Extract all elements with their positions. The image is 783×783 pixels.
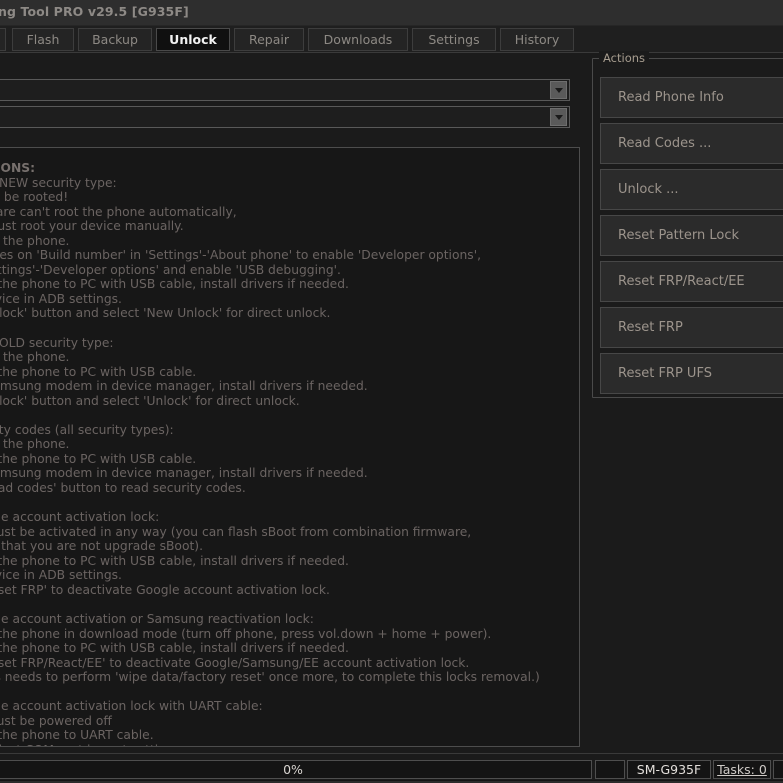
chevron-down-icon[interactable] (550, 108, 567, 126)
unlock-left-panel: INSTRUCTIONS: Phone with NEW security ty… (0, 57, 580, 747)
instructions-log-panel[interactable]: INSTRUCTIONS: Phone with NEW security ty… (0, 147, 580, 747)
tab-flash[interactable]: Flash (12, 28, 74, 51)
model-combo[interactable] (0, 79, 570, 101)
status-cell-tasks[interactable]: Tasks: 0 (713, 760, 771, 779)
panel-splitter[interactable] (583, 57, 588, 747)
tab-history[interactable]: History (500, 28, 574, 51)
reset-frp-ufs-button[interactable]: Reset FRP UFS (600, 353, 783, 394)
actions-group-label: Actions (599, 51, 650, 65)
application-window: ng Tool PRO v29.5 [G935F] Flash Backup U… (0, 0, 783, 783)
read-codes-button[interactable]: Read Codes ... (600, 123, 783, 164)
read-phone-info-button[interactable]: Read Phone Info (600, 77, 783, 118)
title-bar[interactable]: ng Tool PRO v29.5 [G935F] (0, 0, 783, 26)
tab-settings[interactable]: Settings (412, 28, 496, 51)
tab-bar: Flash Backup Unlock Repair Downloads Set… (0, 26, 783, 53)
reset-pattern-lock-button[interactable]: Reset Pattern Lock (600, 215, 783, 256)
instructions-text: INSTRUCTIONS: Phone with NEW security ty… (0, 161, 540, 746)
progress-bar: 0% (0, 760, 592, 779)
reset-frp-button[interactable]: Reset FRP (600, 307, 783, 348)
chevron-down-icon[interactable] (550, 81, 567, 99)
progress-bar-label: 0% (283, 762, 303, 777)
tab-repair[interactable]: Repair (234, 28, 304, 51)
tab-downloads[interactable]: Downloads (308, 28, 408, 51)
operation-combo[interactable] (0, 106, 570, 128)
status-bar: 0% SM-G935F Tasks: 0 T (0, 753, 783, 783)
reset-frp-react-ee-button[interactable]: Reset FRP/React/EE (600, 261, 783, 302)
window-title: ng Tool PRO v29.5 [G935F] (0, 4, 189, 19)
actions-group: Actions Read Phone Info Read Codes ... U… (592, 51, 783, 398)
tab-strip-left-clip (0, 28, 6, 51)
tab-backup[interactable]: Backup (78, 28, 152, 51)
status-cell-model: SM-G935F (627, 760, 711, 779)
status-cell-clipped: T (773, 760, 783, 779)
status-cell-spacer (595, 760, 625, 779)
unlock-button[interactable]: Unlock ... (600, 169, 783, 210)
tab-unlock[interactable]: Unlock (156, 28, 230, 51)
